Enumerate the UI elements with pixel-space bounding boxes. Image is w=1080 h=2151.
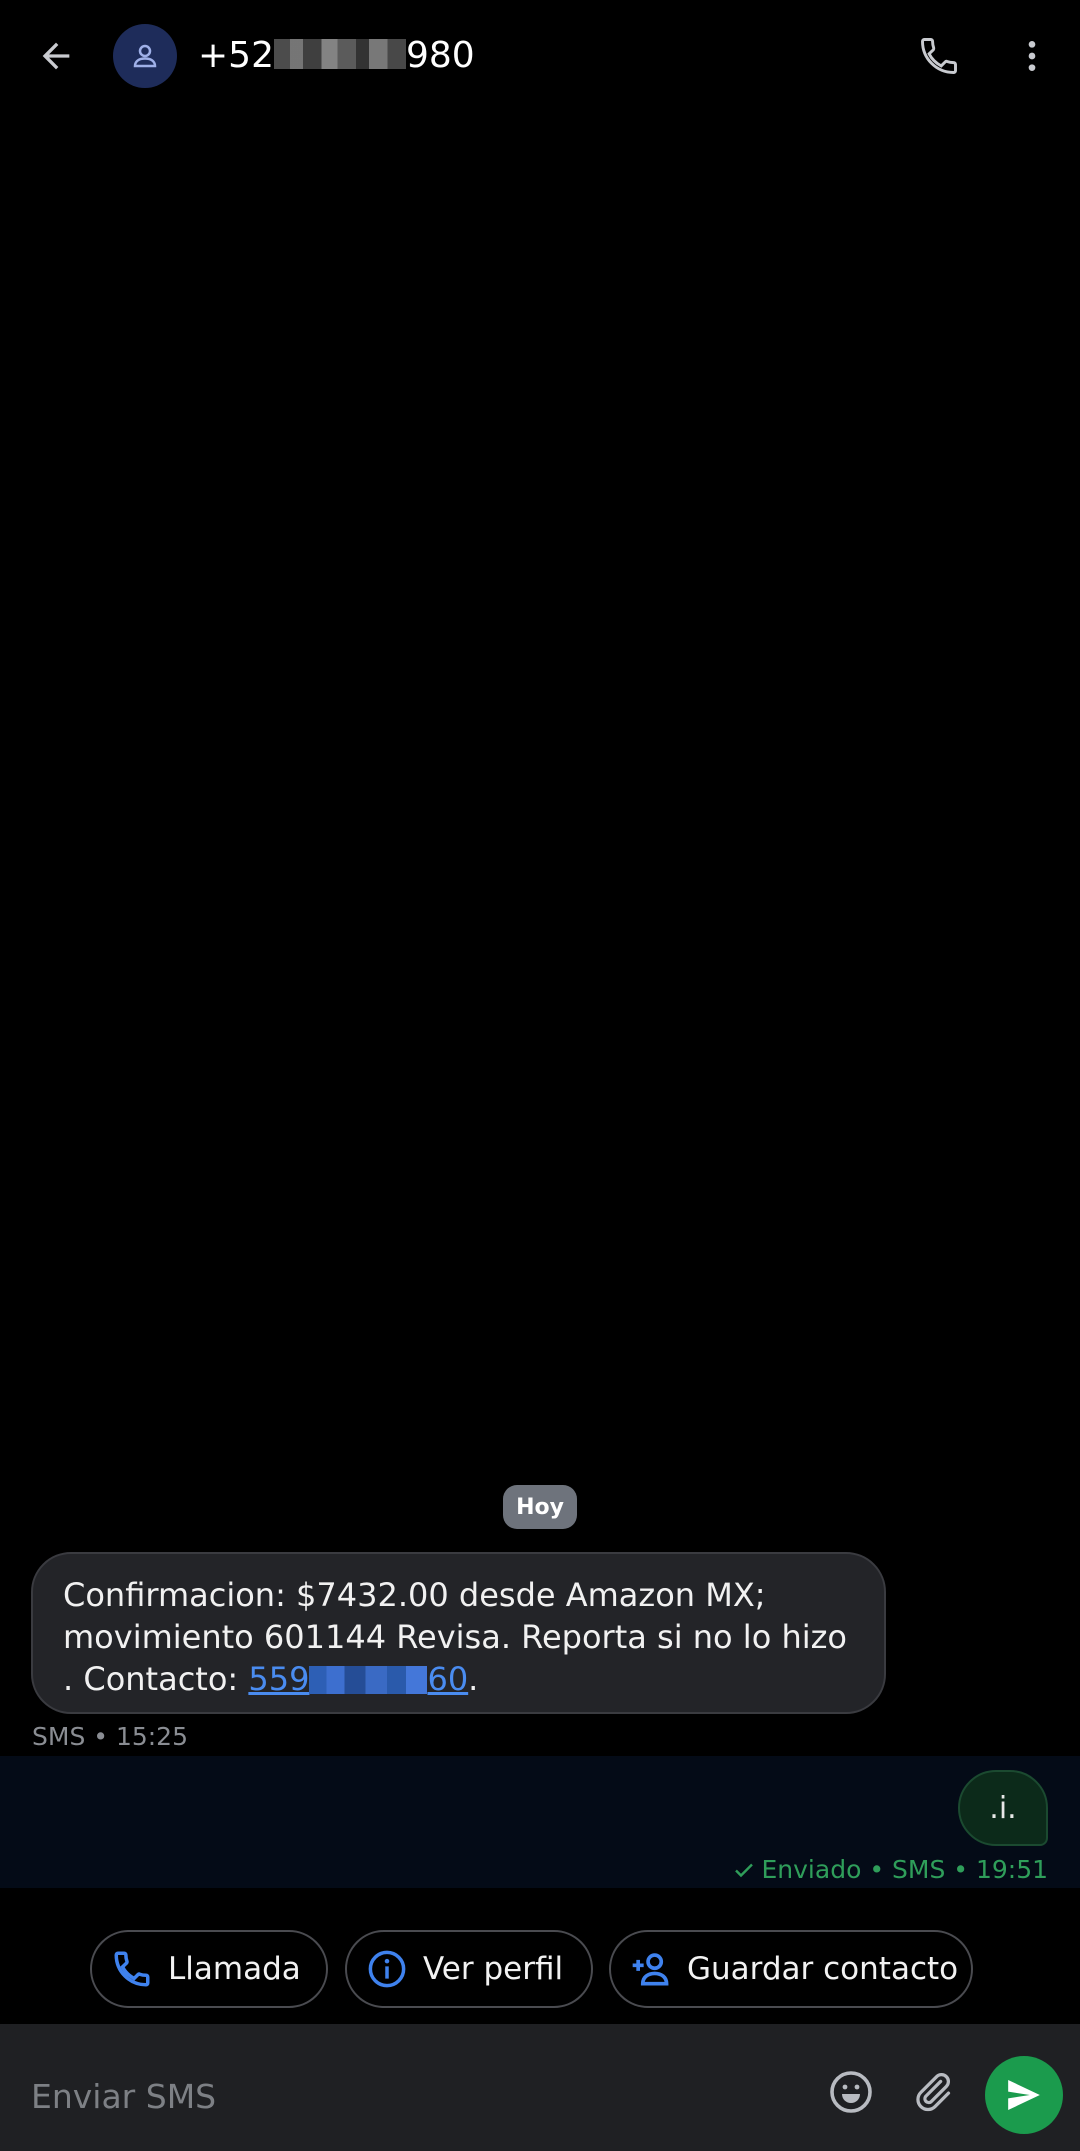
phone-icon: [110, 1947, 154, 1991]
phone-link-prefix: 559: [248, 1660, 310, 1698]
send-button[interactable]: [985, 2056, 1063, 2134]
emoji-icon: [830, 2071, 872, 2113]
incoming-message-meta: SMS • 15:25: [32, 1722, 188, 1751]
outgoing-message-bubble[interactable]: .i.: [958, 1770, 1048, 1846]
more-options-button[interactable]: [1000, 22, 1064, 90]
suggestion-call-label: Llamada: [168, 1951, 301, 1987]
info-icon: [365, 1947, 409, 1991]
redacted-link-digits: [309, 1666, 428, 1694]
phone-link-suffix: 60: [427, 1660, 469, 1698]
contact-avatar[interactable]: [113, 24, 177, 88]
top-app-bar: +52 980: [0, 0, 1080, 112]
contact-title[interactable]: +52 980: [198, 28, 475, 84]
more-vertical-icon: [1028, 41, 1036, 71]
phone-link[interactable]: 559 60: [248, 1660, 468, 1698]
send-icon: [1008, 2080, 1040, 2110]
attach-button[interactable]: [904, 2064, 960, 2120]
back-button[interactable]: [22, 22, 90, 90]
call-button[interactable]: [905, 22, 973, 90]
emoji-button[interactable]: [823, 2064, 879, 2120]
person-icon: [133, 44, 157, 68]
date-separator: Hoy: [503, 1485, 577, 1529]
incoming-message-end: .: [468, 1660, 479, 1698]
outgoing-message-text: .i.: [989, 1790, 1017, 1826]
message-input[interactable]: [31, 2068, 791, 2124]
outgoing-status-text: Enviado • SMS • 19:51: [761, 1855, 1049, 1884]
suggestion-call-chip[interactable]: Llamada: [90, 1930, 328, 2008]
paperclip-icon: [916, 2073, 951, 2112]
suggestion-save-contact-chip[interactable]: Guardar contacto: [609, 1930, 973, 2008]
suggestion-save-contact-label: Guardar contacto: [687, 1951, 959, 1987]
check-icon: [734, 1863, 753, 1877]
back-arrow-icon: [42, 42, 70, 70]
add-person-icon: [629, 1947, 673, 1991]
outgoing-message-meta: Enviado • SMS • 19:51: [732, 1855, 1049, 1884]
contact-number-suffix: 980: [405, 35, 475, 76]
suggestion-profile-label: Ver perfil: [423, 1951, 564, 1987]
phone-icon: [921, 38, 957, 74]
suggestion-profile-chip[interactable]: Ver perfil: [345, 1930, 593, 2008]
incoming-message-bubble[interactable]: Confirmacion: $7432.00 desde Amazon MX; …: [31, 1552, 886, 1714]
redacted-digits: [273, 39, 406, 69]
contact-number-prefix: +52: [198, 35, 274, 76]
